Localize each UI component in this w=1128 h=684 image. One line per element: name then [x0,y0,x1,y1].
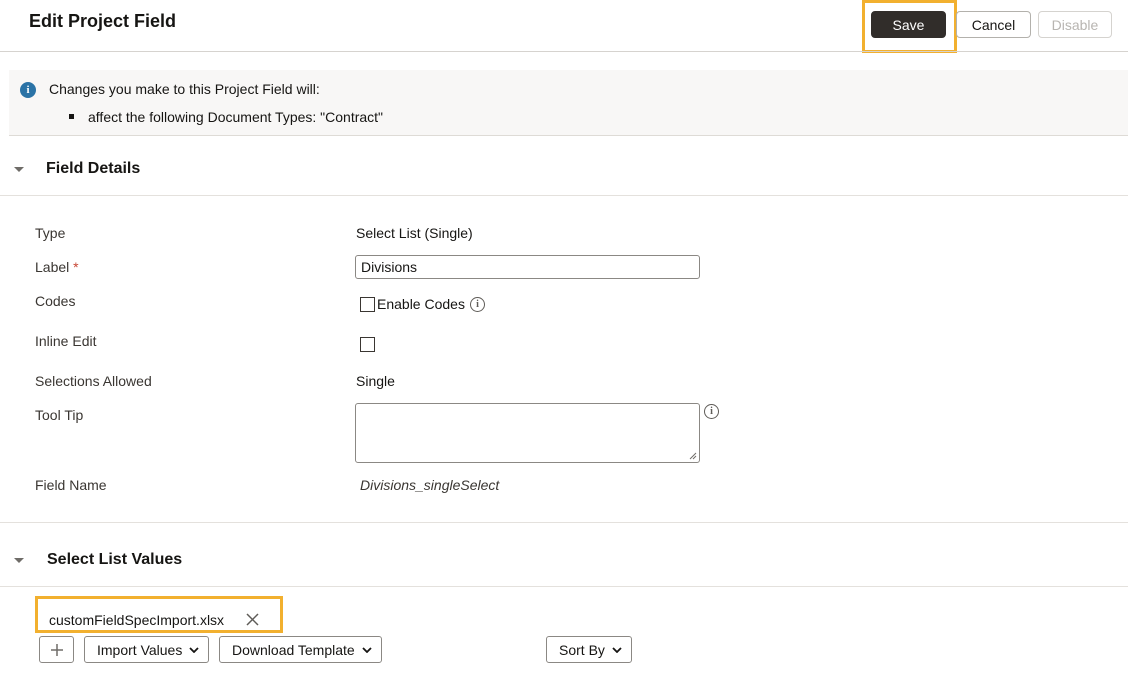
add-value-button[interactable] [39,636,74,663]
enable-codes-checkbox[interactable] [360,297,375,312]
required-mark: * [73,259,79,275]
download-template-label: Download Template [232,641,355,658]
sort-by-button[interactable]: Sort By [546,636,632,663]
save-button[interactable]: Save [871,11,946,38]
tool-tip-textarea[interactable] [355,403,700,463]
close-icon[interactable] [245,612,260,627]
type-value: Select List (Single) [356,225,473,241]
codes-label: Codes [35,293,76,309]
select-list-values-title[interactable]: Select List Values [47,551,182,569]
banner-list-item: affect the following Document Types: "Co… [88,109,384,125]
section-divider [0,195,1128,196]
field-name-value: Divisions_singleSelect [360,477,500,493]
banner-message: Changes you make to this Project Field w… [49,81,320,97]
enable-codes-label[interactable]: Enable Codes [377,296,465,312]
import-values-button[interactable]: Import Values [84,636,209,663]
inline-edit-label: Inline Edit [35,333,97,349]
page-title: Edit Project Field [29,11,177,31]
chevron-down-icon[interactable] [14,558,24,563]
import-file-name: customFieldSpecImport.xlsx [49,612,225,628]
field-name-label: Field Name [35,477,107,493]
chevron-down-icon [362,646,372,653]
tool-tip-label: Tool Tip [35,407,84,423]
selections-allowed-value: Single [356,373,395,389]
chevron-down-icon [612,646,622,653]
bullet-icon [69,114,74,119]
selections-allowed-label: Selections Allowed [35,373,152,389]
label-input[interactable]: Divisions [355,255,700,279]
download-template-button[interactable]: Download Template [219,636,382,663]
inline-edit-checkbox[interactable] [360,337,375,352]
info-banner [9,70,1128,136]
plus-icon [50,643,63,656]
disable-button[interactable]: Disable [1038,11,1112,38]
field-details-title[interactable]: Field Details [46,160,140,178]
import-values-label: Import Values [97,641,183,658]
info-icon: i [20,82,36,98]
info-circle-icon[interactable]: i [470,297,485,312]
info-circle-icon[interactable]: i [704,404,719,419]
chevron-down-icon[interactable] [14,167,24,172]
section-divider [0,586,1128,587]
type-label: Type [35,225,66,241]
sort-by-label: Sort By [559,641,605,658]
chevron-down-icon [189,646,199,653]
resize-handle-icon[interactable] [689,452,697,460]
header-divider [0,51,1128,52]
cancel-button[interactable]: Cancel [956,11,1031,38]
label-label: Label * [35,259,79,275]
label-label-text: Label [35,259,70,275]
section-divider [0,522,1128,523]
